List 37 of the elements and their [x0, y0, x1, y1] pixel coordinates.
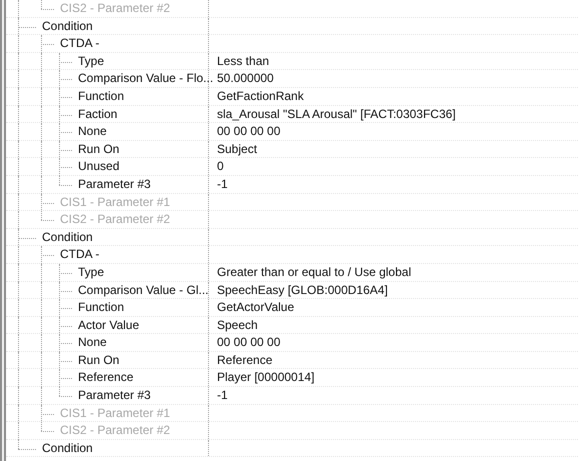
tree-item-label[interactable]: Run On	[78, 140, 120, 158]
property-value: 00 00 00 00	[217, 124, 280, 138]
tree-item-label[interactable]: Comparison Value - Gl...	[78, 282, 208, 298]
tree-item-label[interactable]: CTDA -	[60, 246, 100, 263]
tree-item-label[interactable]: Run On	[78, 352, 120, 368]
tree-item-label[interactable]: Type	[78, 52, 104, 70]
property-value: SpeechEasy [GLOB:000D16A4]	[217, 282, 388, 296]
property-value: GetActorValue	[217, 300, 294, 314]
property-value: -1	[217, 176, 228, 191]
tree-item-label[interactable]: Parameter #3	[78, 387, 151, 404]
tree-item-label[interactable]: None	[78, 334, 107, 351]
tree-item-label[interactable]: Condition	[42, 440, 93, 456]
property-value: 00 00 00 00	[217, 335, 280, 350]
property-value: Speech	[217, 318, 258, 332]
property-value: sla_Arousal "SLA Arousal" [FACT:0303FC36]	[217, 106, 456, 121]
property-value: Greater than or equal to / Use global	[217, 264, 412, 279]
property-value: 50.000000	[217, 71, 274, 86]
tree-item-label[interactable]: Unused	[78, 158, 120, 175]
tree-item-label[interactable]: Comparison Value - Flo...	[78, 70, 214, 87]
property-value: Subject	[217, 142, 258, 156]
tree-item-label[interactable]: Function	[78, 88, 124, 105]
tree-item-label[interactable]: Function	[78, 299, 124, 316]
property-value: Reference	[217, 352, 272, 367]
property-value: 0	[217, 159, 224, 174]
property-value: Player [00000014]	[217, 370, 314, 384]
tree-item-label[interactable]: CTDA -	[60, 35, 100, 52]
tree-item-label[interactable]: Reference	[78, 369, 134, 386]
tree-item-label[interactable]: Condition	[42, 228, 93, 246]
tree-item-label[interactable]: Type	[78, 264, 104, 280]
tree-item-label[interactable]: Faction	[78, 106, 118, 122]
tree-item-label[interactable]: Actor Value	[78, 316, 140, 334]
tree-item-label[interactable]: None	[78, 123, 107, 140]
tree-item-label[interactable]: Condition	[42, 18, 93, 34]
property-value: Less than	[217, 54, 270, 68]
tree-item-label[interactable]: Parameter #3	[78, 176, 151, 193]
property-value: -1	[217, 388, 228, 402]
property-value: GetFactionRank	[217, 88, 304, 103]
